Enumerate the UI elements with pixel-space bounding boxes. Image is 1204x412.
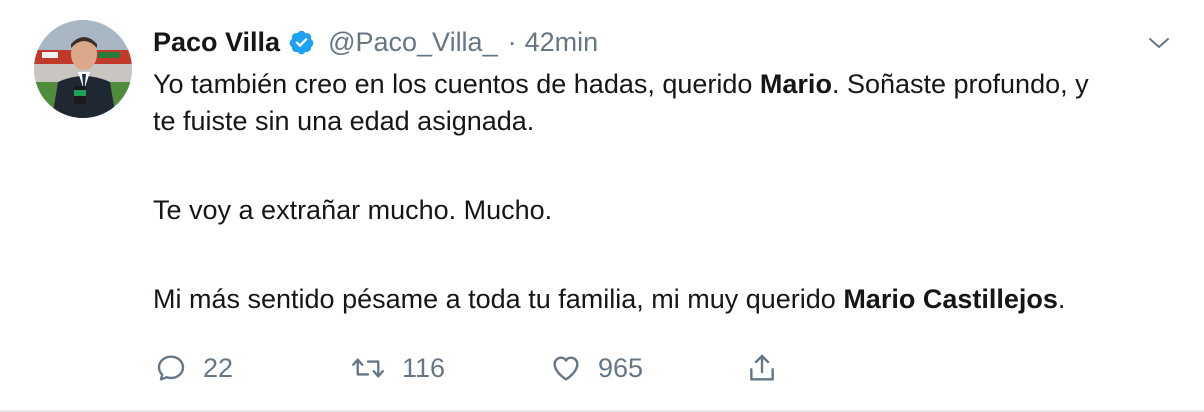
bold-name: Mario Castillejos bbox=[843, 284, 1058, 314]
speech-bubble-icon bbox=[157, 355, 185, 381]
profile-photo-icon bbox=[34, 20, 132, 118]
tweet-text: Yo también creo en los cuentos de hadas,… bbox=[153, 66, 1113, 318]
text-run: Mi más sentido pésame a toda tu familia,… bbox=[153, 284, 844, 314]
reply-count: 22 bbox=[203, 352, 234, 383]
heart-icon bbox=[553, 356, 579, 381]
tweet-paragraph-1: Yo también creo en los cuentos de hadas,… bbox=[153, 66, 1113, 140]
tweet-paragraph-2: Te voy a extrañar mucho. Mucho. bbox=[153, 195, 553, 225]
bold-name: Mario bbox=[759, 69, 832, 99]
display-name[interactable]: Paco Villa bbox=[153, 27, 280, 58]
chevron-down-icon[interactable] bbox=[1144, 28, 1174, 58]
separator-dot: · bbox=[507, 26, 517, 57]
retweet-button[interactable]: 116 bbox=[350, 350, 445, 386]
share-button[interactable] bbox=[746, 350, 778, 386]
text-run: . bbox=[1057, 284, 1066, 314]
like-count: 965 bbox=[598, 352, 644, 383]
tweet-header: Paco Villa @Paco_Villa_ · 42min bbox=[153, 24, 598, 60]
retweet-arrows-icon bbox=[352, 358, 384, 378]
reply-button[interactable]: 22 bbox=[155, 350, 233, 386]
share-upload-icon bbox=[750, 354, 774, 381]
retweet-count: 116 bbox=[402, 352, 446, 383]
like-button[interactable]: 965 bbox=[550, 350, 643, 386]
verified-badge-icon bbox=[288, 29, 315, 56]
text-run: Yo también creo en los cuentos de hadas,… bbox=[153, 69, 760, 99]
tweet-paragraph-3: Mi más sentido pésame a toda tu familia,… bbox=[153, 281, 1113, 318]
tweet-card[interactable]: Paco Villa @Paco_Villa_ · 42min Yo tambi… bbox=[0, 0, 1204, 412]
tweet-timestamp[interactable]: 42min bbox=[525, 27, 599, 58]
tweet-actions: 22 116 965 bbox=[153, 350, 813, 386]
author-handle[interactable]: @Paco_Villa_ bbox=[328, 27, 498, 58]
avatar[interactable] bbox=[34, 20, 132, 118]
